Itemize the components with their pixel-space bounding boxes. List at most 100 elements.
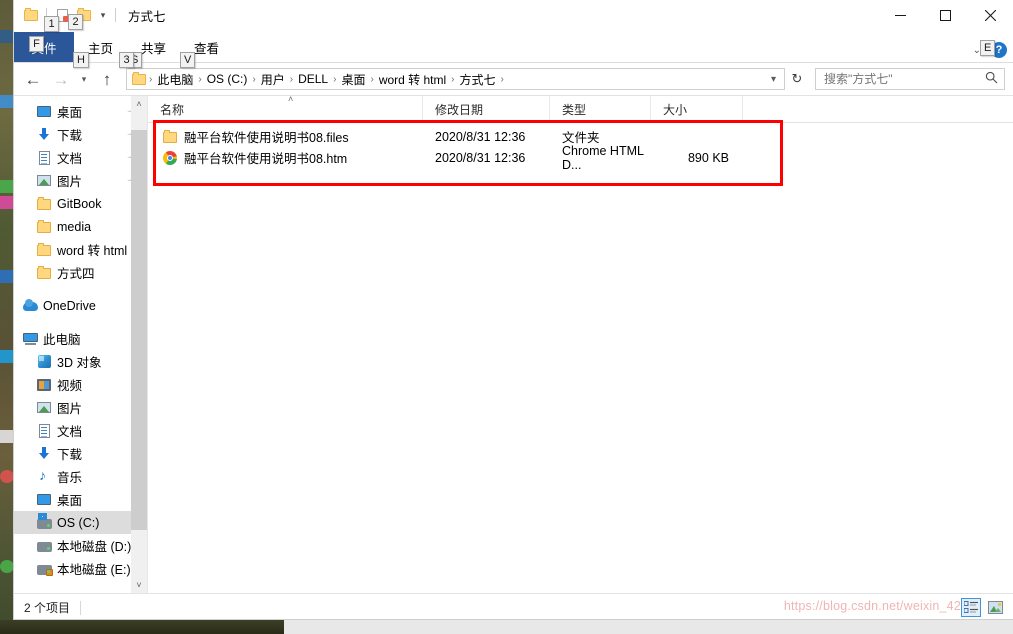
sidebar-item-pictures-quick[interactable]: 图片 📌 bbox=[14, 169, 147, 192]
minimize-button[interactable] bbox=[878, 0, 923, 30]
sidebar-item-3d-objects[interactable]: 3D 对象 bbox=[14, 350, 147, 373]
scroll-up-button[interactable]: ˄ bbox=[131, 96, 147, 112]
scrollbar-thumb[interactable] bbox=[131, 130, 147, 530]
desktop-icon bbox=[36, 104, 52, 120]
tab-home-label: 主页 bbox=[88, 41, 114, 56]
keytip-badge-file: F bbox=[29, 36, 44, 52]
keytip-badge-help: E bbox=[980, 40, 996, 56]
document-icon bbox=[36, 150, 52, 166]
column-header-row: 名称 ˄ 修改日期 类型 大小 bbox=[148, 96, 1013, 123]
chevron-down-icon: ▾ bbox=[100, 9, 106, 20]
sidebar-item-media[interactable]: media bbox=[14, 215, 147, 238]
desktop-icon bbox=[0, 560, 14, 573]
sidebar-item-label: 桌面 bbox=[57, 106, 83, 120]
breadcrumb-separator[interactable]: › bbox=[500, 74, 505, 85]
navigation-pane-scrollbar[interactable]: ˄ ˅ bbox=[131, 96, 147, 593]
back-arrow-icon: ← bbox=[24, 69, 42, 89]
maximize-button[interactable] bbox=[923, 0, 968, 30]
drive-icon bbox=[36, 538, 52, 554]
sidebar-item-documents[interactable]: 文档 bbox=[14, 419, 147, 442]
folder-icon bbox=[36, 265, 52, 281]
pictures-icon bbox=[36, 400, 52, 416]
window-controls bbox=[878, 0, 1013, 30]
view-buttons bbox=[961, 598, 1005, 617]
music-icon bbox=[36, 468, 52, 485]
sidebar-item-label: media bbox=[57, 219, 92, 234]
taskbar[interactable] bbox=[0, 620, 1013, 634]
sidebar-item-word-to-html[interactable]: word 转 html bbox=[14, 238, 147, 261]
breadcrumb-item-desktop[interactable]: 桌面 bbox=[337, 71, 369, 88]
folder-icon[interactable] bbox=[20, 4, 42, 26]
tab-view-label: 查看 bbox=[194, 41, 220, 56]
breadcrumb-item-current[interactable]: 方式七 bbox=[456, 71, 500, 88]
scroll-down-button[interactable]: ˅ bbox=[131, 577, 147, 593]
sidebar-item-gitbook[interactable]: GitBook bbox=[14, 192, 147, 215]
column-header-name[interactable]: 名称 ˄ bbox=[148, 96, 423, 122]
column-header-name-label: 名称 bbox=[160, 102, 185, 117]
search-icon[interactable] bbox=[985, 71, 998, 87]
close-button[interactable] bbox=[968, 0, 1013, 30]
address-bar[interactable]: › 此电脑 › OS (C:) › 用户 › DELL › 桌面 › word … bbox=[126, 68, 785, 90]
sidebar-item-local-disk-d[interactable]: 本地磁盘 (D:) bbox=[14, 534, 147, 557]
folder-icon bbox=[36, 196, 52, 212]
tab-file[interactable]: 文件 bbox=[14, 32, 74, 62]
customize-qat-chevron-icon[interactable]: ▾ bbox=[95, 4, 111, 26]
sidebar-item-os-c[interactable]: OS (C:) bbox=[14, 511, 147, 534]
sidebar-item-onedrive[interactable]: OneDrive bbox=[14, 294, 147, 317]
table-row[interactable]: 融平台软件使用说明书08.htm 2020/8/31 12:36 Chrome … bbox=[148, 144, 1013, 172]
sidebar-item-desktop-quick[interactable]: 桌面 📌 bbox=[14, 100, 147, 123]
download-icon bbox=[36, 446, 52, 462]
details-view-button[interactable] bbox=[961, 598, 981, 617]
file-name-cell[interactable]: 融平台软件使用说明书08.files bbox=[148, 127, 423, 146]
item-count-label: 2 个项目 bbox=[24, 601, 71, 615]
column-header-date-modified[interactable]: 修改日期 bbox=[423, 96, 550, 122]
this-pc-icon bbox=[22, 331, 38, 347]
column-header-size-label: 大小 bbox=[663, 102, 688, 117]
recent-locations-button[interactable]: ▾ bbox=[76, 66, 92, 92]
up-button[interactable]: ↑ bbox=[94, 66, 120, 92]
forward-arrow-icon: → bbox=[52, 69, 70, 89]
sidebar-item-label: 3D 对象 bbox=[57, 356, 102, 370]
desktop-icon bbox=[0, 350, 14, 363]
sidebar-item-music[interactable]: 音乐 bbox=[14, 465, 147, 488]
column-header-filler bbox=[743, 96, 1013, 122]
status-divider bbox=[80, 600, 82, 615]
sidebar-item-documents-quick[interactable]: 文档 📌 bbox=[14, 146, 147, 169]
column-header-type[interactable]: 类型 bbox=[550, 96, 651, 122]
search-input[interactable] bbox=[822, 71, 985, 87]
sidebar-item-label: OneDrive bbox=[43, 298, 96, 313]
refresh-button[interactable]: ↻ bbox=[787, 68, 807, 90]
search-box[interactable] bbox=[815, 68, 1005, 90]
sidebar-item-this-pc[interactable]: 此电脑 bbox=[14, 327, 147, 350]
3d-objects-icon bbox=[36, 354, 52, 370]
sidebar-item-videos[interactable]: 视频 bbox=[14, 373, 147, 396]
breadcrumb-item-word-to-html[interactable]: word 转 html bbox=[375, 71, 450, 88]
window-title: 方式七 bbox=[128, 9, 166, 24]
sidebar-item-label: 桌面 bbox=[57, 494, 83, 508]
sidebar-item-downloads[interactable]: 下载 bbox=[14, 442, 147, 465]
ribbon-tab-strip: 文件 主页 共享 查看 ⌄ ? bbox=[14, 30, 1013, 63]
sidebar-item-local-disk-e[interactable]: 本地磁盘 (E:) bbox=[14, 557, 147, 580]
breadcrumb-item-this-pc[interactable]: 此电脑 bbox=[153, 71, 197, 88]
forward-button[interactable]: → bbox=[48, 66, 74, 92]
file-name-label: 融平台软件使用说明书08.files bbox=[184, 131, 349, 145]
address-dropdown-icon[interactable]: ▾ bbox=[767, 74, 780, 85]
back-button[interactable]: ← bbox=[20, 66, 46, 92]
sort-ascending-icon: ˄ bbox=[288, 96, 294, 104]
breadcrumb-item-users[interactable]: 用户 bbox=[257, 71, 289, 88]
breadcrumb-item-os-c[interactable]: OS (C:) bbox=[203, 72, 252, 86]
sidebar-item-desktop[interactable]: 桌面 bbox=[14, 488, 147, 511]
file-date-cell: 2020/8/31 12:36 bbox=[435, 129, 526, 144]
folder-icon bbox=[36, 242, 52, 258]
column-header-size[interactable]: 大小 bbox=[651, 96, 743, 122]
sidebar-item-fangshisi[interactable]: 方式四 bbox=[14, 261, 147, 284]
sidebar-item-pictures[interactable]: 图片 bbox=[14, 396, 147, 419]
navigation-pane: 桌面 📌 下载 📌 文档 📌 图片 📌 bbox=[14, 96, 148, 593]
file-name-cell[interactable]: 融平台软件使用说明书08.htm bbox=[148, 148, 423, 167]
pictures-icon bbox=[36, 173, 52, 189]
large-icons-view-button[interactable] bbox=[985, 598, 1005, 617]
sidebar-item-downloads-quick[interactable]: 下载 📌 bbox=[14, 123, 147, 146]
file-list-pane[interactable]: 名称 ˄ 修改日期 类型 大小 融平台软件使用说明书08.files 2020/… bbox=[148, 96, 1013, 593]
breadcrumb-item-dell[interactable]: DELL bbox=[294, 72, 332, 86]
